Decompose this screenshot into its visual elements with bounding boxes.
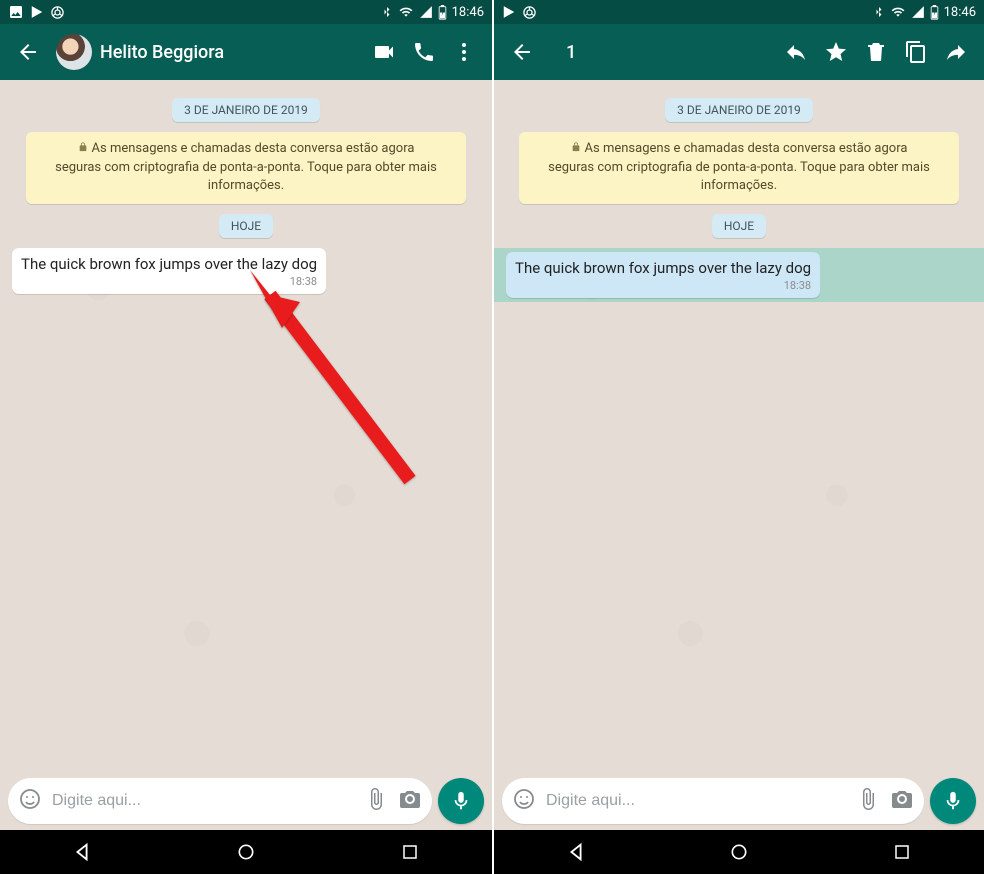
encryption-text: As mensagens e chamadas desta conversa e… xyxy=(55,141,437,193)
selection-action-bar: 1 xyxy=(494,24,984,80)
status-bar: 18:46 xyxy=(0,0,492,24)
encryption-notice[interactable]: As mensagens e chamadas desta conversa e… xyxy=(26,132,466,204)
bluetooth-icon xyxy=(873,5,885,19)
message-text: The quick brown fox jumps over the lazy … xyxy=(515,259,811,277)
input-row xyxy=(494,772,984,830)
emoji-icon[interactable] xyxy=(18,787,42,815)
status-time: 18:46 xyxy=(944,5,976,20)
signal-icon xyxy=(911,5,925,19)
nav-bar xyxy=(0,830,492,874)
message-input[interactable] xyxy=(546,792,846,810)
selection-count: 1 xyxy=(566,42,768,63)
nav-recents[interactable] xyxy=(872,835,932,869)
star-button[interactable] xyxy=(816,32,856,72)
date-chip: 3 DE JANEIRO DE 2019 xyxy=(172,98,320,122)
message-time: 18:38 xyxy=(515,279,811,292)
camera-icon[interactable] xyxy=(398,787,422,815)
attach-icon[interactable] xyxy=(364,787,388,815)
chat-app-bar: Helito Beggiora xyxy=(0,24,492,80)
arrow-annotation xyxy=(230,260,430,490)
signal-icon xyxy=(419,5,433,19)
contact-name[interactable]: Helito Beggiora xyxy=(100,42,356,63)
delete-button[interactable] xyxy=(856,32,896,72)
chat-body[interactable]: 3 DE JANEIRO DE 2019 As mensagens e cham… xyxy=(494,80,984,772)
avatar[interactable] xyxy=(56,34,92,70)
message-bubble[interactable]: The quick brown fox jumps over the lazy … xyxy=(506,252,820,298)
battery-icon xyxy=(930,5,939,20)
message-input[interactable] xyxy=(52,792,354,810)
message-bubble[interactable]: The quick brown fox jumps over the lazy … xyxy=(12,248,326,294)
status-bar: 18:46 xyxy=(494,0,984,24)
chrome-icon xyxy=(50,5,65,20)
input-box xyxy=(8,778,432,824)
nav-home[interactable] xyxy=(709,835,769,869)
bluetooth-icon xyxy=(381,5,393,19)
phone-left: 18:46 Helito Beggiora 3 DE JANEIRO DE 20… xyxy=(0,0,492,874)
nav-bar xyxy=(494,830,984,874)
image-icon xyxy=(8,4,24,20)
battery-icon xyxy=(438,5,447,20)
menu-button[interactable] xyxy=(444,32,484,72)
message-time: 18:38 xyxy=(21,275,317,288)
video-call-button[interactable] xyxy=(364,32,404,72)
mic-button[interactable] xyxy=(438,778,484,824)
camera-icon[interactable] xyxy=(890,787,914,815)
nav-back[interactable] xyxy=(546,835,606,869)
message-row[interactable]: The quick brown fox jumps over the lazy … xyxy=(12,248,480,294)
voice-call-button[interactable] xyxy=(404,32,444,72)
attach-icon[interactable] xyxy=(856,787,880,815)
today-chip: HOJE xyxy=(712,214,766,238)
input-row xyxy=(0,772,492,830)
message-row-selected[interactable]: The quick brown fox jumps over the lazy … xyxy=(494,248,984,302)
back-button[interactable] xyxy=(502,32,542,72)
wifi-icon xyxy=(398,5,414,19)
lock-icon xyxy=(78,141,88,159)
copy-button[interactable] xyxy=(896,32,936,72)
play-store-icon xyxy=(30,5,44,19)
input-box xyxy=(502,778,924,824)
chrome-icon xyxy=(522,5,537,20)
nav-home[interactable] xyxy=(216,835,276,869)
phone-right: 18:46 1 3 DE JANEIRO DE 2 xyxy=(492,0,984,874)
nav-recents[interactable] xyxy=(380,835,440,869)
status-time: 18:46 xyxy=(452,5,484,20)
encryption-notice[interactable]: As mensagens e chamadas desta conversa e… xyxy=(519,132,959,204)
nav-back[interactable] xyxy=(52,835,112,869)
message-text: The quick brown fox jumps over the lazy … xyxy=(21,255,317,273)
back-button[interactable] xyxy=(8,32,48,72)
chat-body[interactable]: 3 DE JANEIRO DE 2019 As mensagens e cham… xyxy=(0,80,492,772)
date-chip: 3 DE JANEIRO DE 2019 xyxy=(665,98,813,122)
play-store-icon xyxy=(502,5,516,19)
mic-button[interactable] xyxy=(930,778,976,824)
today-chip: HOJE xyxy=(219,214,273,238)
wifi-icon xyxy=(890,5,906,19)
encryption-text: As mensagens e chamadas desta conversa e… xyxy=(548,141,930,193)
reply-button[interactable] xyxy=(776,32,816,72)
lock-icon xyxy=(571,141,581,159)
emoji-icon[interactable] xyxy=(512,787,536,815)
forward-button[interactable] xyxy=(936,32,976,72)
